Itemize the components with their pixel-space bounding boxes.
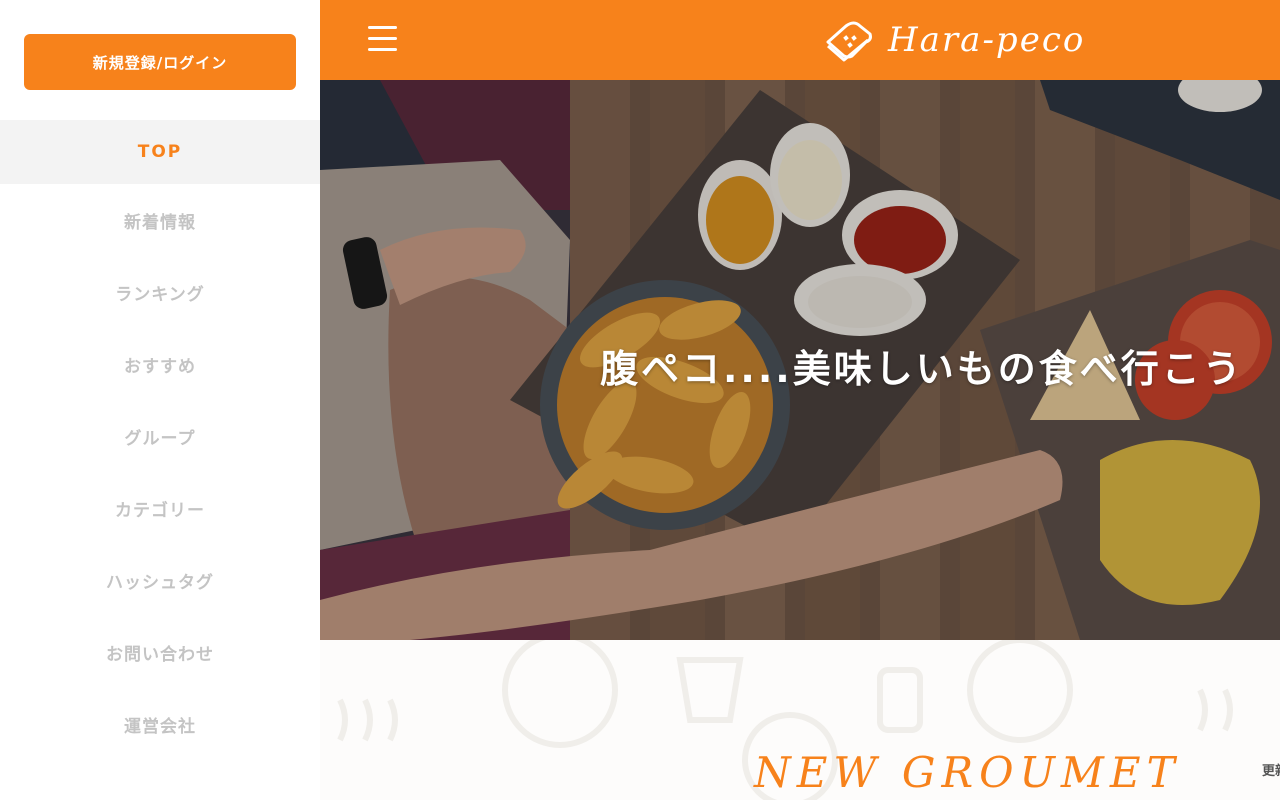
hero-caption: 腹ペコ....美味しいもの食べ行こう <box>600 347 1244 391</box>
sidebar-item-recommend[interactable]: おすすめ <box>0 328 320 400</box>
sidebar-item-ranking[interactable]: ランキング <box>0 256 320 328</box>
logo-text: Hara-peco <box>888 20 1086 60</box>
hamburger-icon[interactable] <box>368 26 400 54</box>
sidebar-nav: TOP 新着情報 ランキング おすすめ グループ カテゴリー ハッシュタグ お問… <box>0 120 320 760</box>
sidebar-item-top[interactable]: TOP <box>0 120 320 184</box>
new-gourmet-section: NEW GROUMET 更新 <box>320 640 1280 800</box>
sidebar-item-news[interactable]: 新着情報 <box>0 184 320 256</box>
sidebar-item-hashtag[interactable]: ハッシュタグ <box>0 544 320 616</box>
top-header: Hara-peco <box>320 0 1280 80</box>
hero-banner: 腹ペコ....美味しいもの食べ行こう <box>320 80 1280 640</box>
sidebar: 新規登録/ログイン TOP 新着情報 ランキング おすすめ グループ カテゴリー… <box>0 0 320 800</box>
site-logo[interactable]: Hara-peco <box>824 16 1085 64</box>
toast-icon <box>826 21 872 62</box>
login-button[interactable]: 新規登録/ログイン <box>24 34 296 90</box>
update-link[interactable]: 更新 <box>1262 760 1280 779</box>
sidebar-item-group[interactable]: グループ <box>0 400 320 472</box>
section-title: NEW GROUMET <box>754 748 1181 797</box>
sidebar-item-contact[interactable]: お問い合わせ <box>0 616 320 688</box>
sidebar-item-category[interactable]: カテゴリー <box>0 472 320 544</box>
sidebar-item-company[interactable]: 運営会社 <box>0 688 320 760</box>
